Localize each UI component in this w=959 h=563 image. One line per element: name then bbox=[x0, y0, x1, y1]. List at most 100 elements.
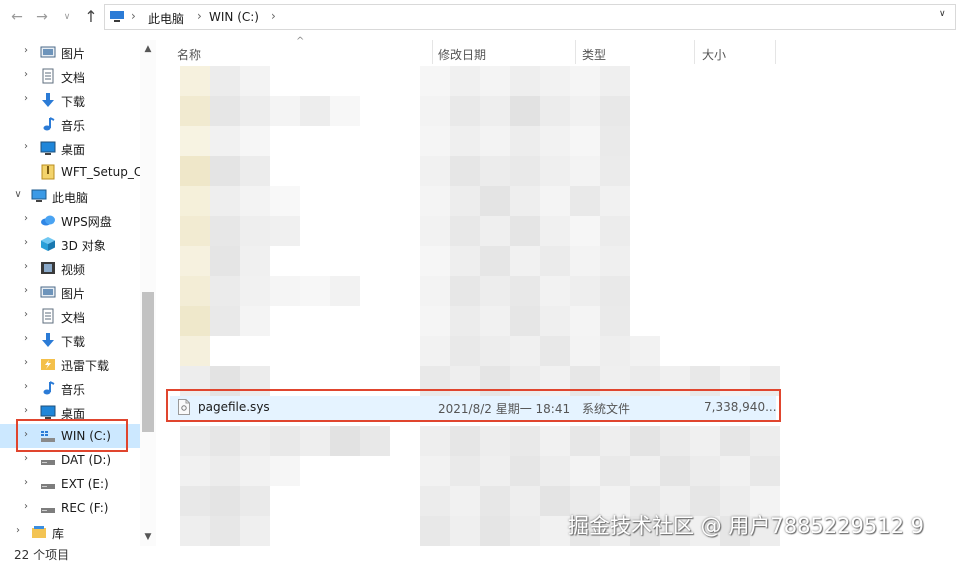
pictures-icon bbox=[40, 46, 56, 58]
desktop-icon bbox=[40, 141, 56, 155]
sidebar-item-desktop[interactable]: › 桌面 bbox=[0, 136, 140, 160]
watermark: 掘金技术社区 @ 用户7885229512 9 bbox=[568, 514, 924, 538]
sidebar-item-documents[interactable]: › 文档 bbox=[0, 64, 140, 88]
breadcrumb-separator: › bbox=[131, 9, 136, 23]
breadcrumb-separator: › bbox=[197, 9, 202, 23]
navigation-pane: › 图片 › 文档 › 下载 音乐 › 桌面 WFT_Setup_Cl ∨ 此电… bbox=[0, 40, 156, 550]
breadcrumb-this-pc[interactable]: 此电脑 bbox=[148, 10, 184, 27]
sidebar-item-label: EXT (E:) bbox=[61, 477, 109, 491]
music-icon bbox=[43, 381, 55, 395]
arrow-left-icon[interactable]: ← bbox=[8, 8, 26, 26]
sidebar-item-label: REC (F:) bbox=[61, 501, 109, 515]
column-divider[interactable] bbox=[694, 40, 695, 64]
sidebar-item-label: 桌面 bbox=[61, 143, 86, 157]
documents-icon bbox=[42, 68, 54, 84]
sidebar-item-label: 迅雷下载 bbox=[61, 359, 110, 373]
column-header-type[interactable]: 类型 bbox=[582, 46, 606, 63]
status-item-count: 22 个项目 bbox=[14, 548, 70, 562]
pc-icon bbox=[31, 189, 47, 202]
arrow-right-icon[interactable]: → bbox=[33, 8, 51, 26]
chevron-right-icon[interactable]: › bbox=[20, 477, 32, 489]
sidebar-item-wps-cloud[interactable]: › WPS网盘 bbox=[0, 208, 140, 232]
chevron-down-icon[interactable]: ∨ bbox=[12, 189, 24, 201]
address-bar[interactable]: › 此电脑 › WIN (C:) › ∨ bbox=[104, 4, 956, 30]
breadcrumb-win-c[interactable]: WIN (C:) bbox=[209, 10, 259, 24]
downloads-icon bbox=[42, 333, 54, 347]
sidebar-item-ext-e[interactable]: › EXT (E:) bbox=[0, 472, 140, 496]
chevron-right-icon[interactable]: › bbox=[20, 381, 32, 393]
sidebar-item-wft-setup[interactable]: WFT_Setup_Cl bbox=[0, 160, 146, 184]
sidebar-item-label: 图片 bbox=[61, 47, 86, 61]
chevron-right-icon[interactable]: › bbox=[20, 45, 32, 57]
sidebar-item-label: 图片 bbox=[61, 287, 86, 301]
scroll-up-icon[interactable]: ▲ bbox=[143, 44, 153, 54]
sidebar-item-label: 文档 bbox=[61, 71, 86, 85]
sidebar-item-label: 此电脑 bbox=[52, 191, 89, 205]
column-header-name[interactable]: 名称 bbox=[177, 46, 201, 63]
sidebar-item-pictures[interactable]: › 图片 bbox=[0, 40, 140, 64]
annotation-box-drive bbox=[16, 419, 128, 452]
chevron-right-icon[interactable]: › bbox=[20, 309, 32, 321]
sidebar-item-thunder-downloads[interactable]: › 迅雷下载 bbox=[0, 352, 140, 376]
sidebar-item-label: 视频 bbox=[61, 263, 86, 277]
sidebar-item-music[interactable]: 音乐 bbox=[0, 112, 140, 136]
chevron-down-icon[interactable]: ∨ bbox=[58, 8, 76, 26]
column-divider[interactable] bbox=[775, 40, 776, 64]
sidebar-item-documents-pc[interactable]: › 文档 bbox=[0, 304, 140, 328]
column-header-size[interactable]: 大小 bbox=[702, 46, 726, 63]
chevron-right-icon[interactable]: › bbox=[20, 333, 32, 345]
scroll-down-icon[interactable]: ▼ bbox=[143, 532, 153, 542]
sidebar-item-this-pc[interactable]: ∨ 此电脑 bbox=[0, 184, 140, 208]
chevron-right-icon[interactable]: › bbox=[20, 357, 32, 369]
sidebar-item-videos[interactable]: › 视频 bbox=[0, 256, 140, 280]
sidebar-item-downloads[interactable]: › 下载 bbox=[0, 88, 140, 112]
sidebar-item-label: 音乐 bbox=[61, 383, 86, 397]
cloud-icon bbox=[41, 215, 55, 226]
chevron-right-icon[interactable]: › bbox=[12, 525, 24, 537]
column-divider[interactable] bbox=[432, 40, 433, 64]
column-header-modified[interactable]: 修改日期 bbox=[438, 46, 486, 63]
sidebar-item-label: 音乐 bbox=[61, 119, 86, 133]
sort-ascending-icon: ^ bbox=[296, 36, 305, 47]
drive-icon bbox=[41, 460, 55, 465]
desktop-icon bbox=[40, 405, 56, 419]
annotation-box-file bbox=[166, 389, 781, 422]
column-divider[interactable] bbox=[575, 40, 576, 64]
address-dropdown-icon[interactable]: ∨ bbox=[939, 9, 946, 19]
sidebar-item-label: 下载 bbox=[61, 95, 86, 109]
thunder-folder-icon bbox=[41, 359, 55, 370]
chevron-right-icon[interactable]: › bbox=[20, 453, 32, 465]
drive-icon bbox=[41, 508, 55, 513]
documents-icon bbox=[42, 308, 54, 324]
scrollbar-thumb[interactable] bbox=[142, 292, 154, 432]
arrow-up-icon[interactable]: ↑ bbox=[82, 8, 100, 26]
chevron-right-icon[interactable]: › bbox=[20, 141, 32, 153]
address-toolbar: ← → ∨ ↑ › 此电脑 › WIN (C:) › ∨ bbox=[0, 0, 959, 34]
cube-icon bbox=[41, 237, 55, 251]
chevron-right-icon[interactable]: › bbox=[20, 501, 32, 513]
sidebar-item-label: WFT_Setup_Cl bbox=[61, 165, 146, 179]
sidebar-item-label: DAT (D:) bbox=[61, 453, 112, 467]
library-icon bbox=[32, 526, 46, 538]
music-icon bbox=[43, 117, 55, 131]
sidebar-scrollbar[interactable]: ▲ ▼ bbox=[140, 40, 156, 546]
sidebar-item-music-pc[interactable]: › 音乐 bbox=[0, 376, 140, 400]
chevron-right-icon[interactable]: › bbox=[20, 93, 32, 105]
chevron-right-icon[interactable]: › bbox=[20, 69, 32, 81]
sidebar-item-libraries[interactable]: › 库 bbox=[0, 520, 140, 544]
chevron-right-icon[interactable]: › bbox=[20, 285, 32, 297]
pc-icon bbox=[110, 11, 124, 22]
video-icon bbox=[41, 262, 55, 274]
chevron-right-icon[interactable]: › bbox=[20, 213, 32, 225]
sidebar-item-downloads-pc[interactable]: › 下载 bbox=[0, 328, 140, 352]
chevron-right-icon[interactable]: › bbox=[20, 405, 32, 417]
sidebar-item-3d-objects[interactable]: › 3D 对象 bbox=[0, 232, 140, 256]
sidebar-item-pictures-pc[interactable]: › 图片 bbox=[0, 280, 140, 304]
downloads-icon bbox=[42, 93, 54, 107]
zip-folder-icon bbox=[41, 164, 55, 180]
pictures-icon bbox=[40, 286, 56, 298]
chevron-right-icon[interactable]: › bbox=[20, 261, 32, 273]
drive-icon bbox=[41, 484, 55, 489]
sidebar-item-rec-f[interactable]: › REC (F:) bbox=[0, 496, 140, 520]
chevron-right-icon[interactable]: › bbox=[20, 237, 32, 249]
